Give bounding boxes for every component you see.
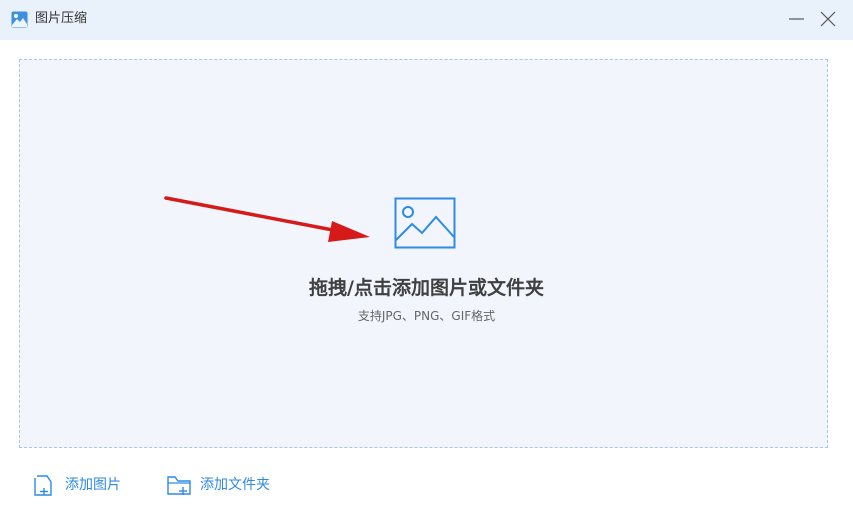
image-icon — [394, 197, 456, 249]
close-button[interactable] — [817, 8, 839, 30]
image-compress-window: 图片压缩 拖拽/点击添加图片或文件夹 支持JPG、PNG、GIF格式 添加图片 … — [0, 0, 853, 509]
add-image-button[interactable]: 添加图片 — [32, 472, 142, 498]
title-bar: 图片压缩 — [0, 0, 853, 40]
add-folder-icon — [167, 476, 191, 495]
add-folder-label: 添加文件夹 — [200, 477, 270, 493]
drop-zone-title: 拖拽/点击添加图片或文件夹 — [309, 277, 544, 299]
window-title: 图片压缩 — [35, 11, 88, 26]
add-image-label: 添加图片 — [65, 477, 121, 493]
drop-zone-subtitle: 支持JPG、PNG、GIF格式 — [357, 309, 496, 323]
add-folder-button[interactable]: 添加文件夹 — [166, 472, 296, 498]
drop-zone[interactable] — [19, 59, 828, 448]
minimize-button[interactable] — [786, 8, 808, 30]
picture-app-icon — [11, 11, 28, 28]
red-arrow — [164, 196, 370, 242]
minimize-icon — [789, 18, 804, 20]
close-icon — [820, 11, 836, 27]
add-file-icon — [34, 475, 52, 496]
